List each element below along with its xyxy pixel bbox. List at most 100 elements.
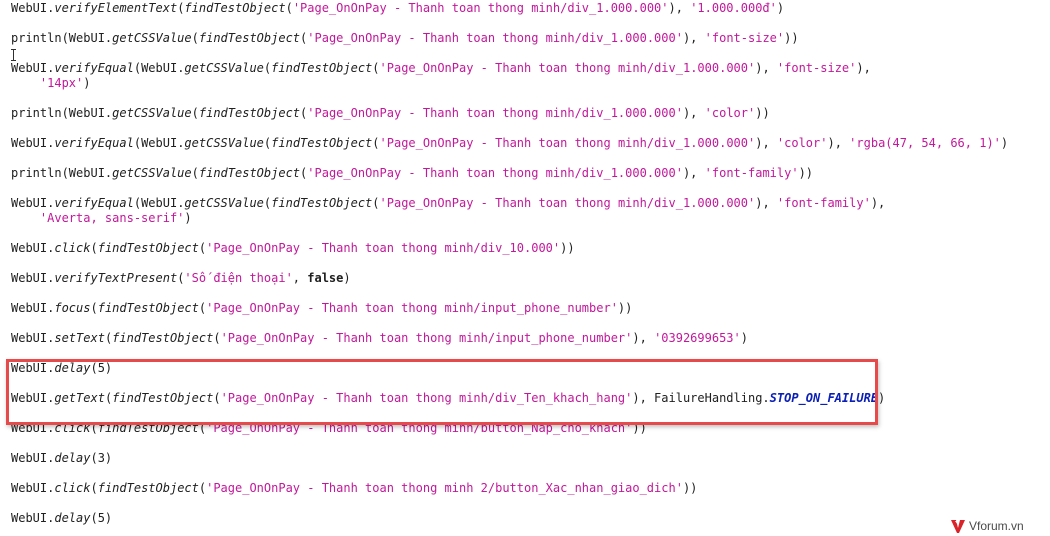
code-token: ) bbox=[83, 76, 91, 90]
code-token: ( bbox=[372, 61, 380, 75]
code-token: WebUI. bbox=[11, 196, 55, 210]
code-token: verifyEqual bbox=[54, 61, 134, 75]
code-token: ) bbox=[184, 211, 192, 225]
code-token: ( bbox=[213, 331, 221, 345]
code-token: WebUI. bbox=[11, 451, 55, 465]
code-token: getCSSValue bbox=[112, 166, 192, 180]
code-line[interactable]: 'Averta, sans-serif') bbox=[11, 211, 192, 226]
code-token: 'Averta, sans-serif' bbox=[39, 211, 185, 225]
code-token: findTestObject bbox=[97, 241, 199, 255]
code-line[interactable]: WebUI.verifyTextPresent('Số điện thoại',… bbox=[11, 271, 351, 286]
code-line[interactable]: WebUI.delay(3) bbox=[11, 451, 112, 466]
code-token: ( bbox=[90, 481, 98, 495]
code-token: 'font-family' bbox=[776, 196, 871, 210]
code-token: getCSSValue bbox=[184, 196, 264, 210]
code-token: (5) bbox=[90, 511, 113, 525]
code-token: (WebUI. bbox=[133, 136, 185, 150]
code-token: findTestObject bbox=[112, 331, 214, 345]
code-line[interactable]: WebUI.verifyEqual(WebUI.getCSSValue (find… bbox=[11, 196, 885, 211]
code-token: )) bbox=[617, 301, 633, 315]
code-token: click bbox=[54, 241, 91, 255]
code-token: findTestObject bbox=[271, 136, 373, 150]
code-token: getCSSValue bbox=[184, 136, 264, 150]
vforum-logo-icon bbox=[951, 520, 965, 533]
code-token: delay bbox=[54, 511, 91, 525]
code-token: ), bbox=[755, 61, 777, 75]
code-token: 'Page_OnOnPay - Thanh toan thong minh/di… bbox=[379, 61, 756, 75]
code-token: ), bbox=[870, 196, 886, 210]
code-token: findTestObject bbox=[97, 481, 199, 495]
code-token: findTestObject bbox=[184, 1, 286, 15]
code-token: 'Page_OnOnPay - Thanh toan thong minh/di… bbox=[379, 196, 756, 210]
code-token: 'Page_OnOnPay - Thanh toan thong minh/di… bbox=[292, 1, 669, 15]
code-token: WebUI. bbox=[11, 481, 55, 495]
code-token: WebUI. bbox=[11, 331, 55, 345]
code-token: setText bbox=[54, 331, 105, 345]
code-token: click bbox=[54, 481, 91, 495]
code-token: ) bbox=[343, 271, 351, 285]
code-token: (WebUI. bbox=[133, 196, 185, 210]
code-token: println(WebUI. bbox=[11, 106, 113, 120]
code-editor[interactable]: WebUI.verifyElementText(findTestObject('… bbox=[0, 0, 1050, 536]
code-token: verifyElementText bbox=[54, 1, 178, 15]
code-token: ), bbox=[682, 106, 705, 120]
code-line[interactable]: '14px') bbox=[11, 76, 91, 91]
code-line[interactable]: WebUI.delay(5) bbox=[11, 511, 112, 526]
code-token: ), bbox=[856, 61, 871, 75]
code-token: '1.000.000đ' bbox=[690, 1, 777, 15]
code-token: 'font-family' bbox=[704, 166, 799, 180]
code-token: println(WebUI. bbox=[11, 166, 113, 180]
code-token: (WebUI. bbox=[133, 61, 185, 75]
code-token: WebUI. bbox=[11, 61, 55, 75]
code-token: false bbox=[307, 271, 344, 285]
code-line[interactable]: WebUI.verifyEqual(WebUI.getCSSValue (find… bbox=[11, 61, 871, 76]
code-token: 'Page_OnOnPay - Thanh toan thong minh/di… bbox=[307, 166, 683, 180]
code-token: 'rgba(47, 54, 66, 1)' bbox=[849, 136, 1001, 150]
code-token: 'Page_OnOnPay - Thanh toan thong minh 2/… bbox=[206, 481, 683, 495]
code-token: ), bbox=[682, 166, 705, 180]
code-line[interactable]: WebUI.click(findTestObject('Page_OnOnPay… bbox=[11, 241, 575, 256]
code-token: verifyEqual bbox=[54, 196, 134, 210]
code-token: verifyTextPresent bbox=[54, 271, 178, 285]
code-token: verifyEqual bbox=[54, 136, 134, 150]
code-token: , bbox=[292, 271, 308, 285]
code-line[interactable]: println(WebUI.getCSSValue(findTestObject… bbox=[11, 166, 813, 181]
code-token: ), bbox=[755, 136, 777, 150]
code-line[interactable]: WebUI.focus(findTestObject('Page_OnOnPay… bbox=[11, 301, 632, 316]
code-token: 'color' bbox=[776, 136, 828, 150]
code-token: 'font-size' bbox=[704, 31, 785, 45]
code-token: 'Page_OnOnPay - Thanh toan thong minh/di… bbox=[379, 136, 756, 150]
code-token: 'Số điện thoại' bbox=[184, 271, 293, 285]
code-line[interactable]: println(WebUI.getCSSValue(findTestObject… bbox=[11, 106, 770, 121]
code-token: ( bbox=[191, 166, 199, 180]
code-token: ( bbox=[285, 1, 293, 15]
code-line[interactable]: WebUI.setText(findTestObject('Page_OnOnP… bbox=[11, 331, 748, 346]
code-token: 'Page_OnOnPay - Thanh toan thong minh/di… bbox=[307, 106, 683, 120]
code-line[interactable]: println(WebUI.getCSSValue(findTestObject… bbox=[11, 31, 799, 46]
code-line[interactable]: WebUI.verifyEqual(WebUI.getCSSValue (find… bbox=[11, 136, 1008, 151]
code-token: 'Page_OnOnPay - Thanh toan thong minh/di… bbox=[206, 241, 561, 255]
code-token: ), bbox=[668, 1, 691, 15]
code-token: )) bbox=[682, 481, 698, 495]
code-token: 'color' bbox=[704, 106, 756, 120]
code-token: WebUI. bbox=[11, 511, 55, 525]
code-token: ), bbox=[755, 196, 777, 210]
code-token: ) bbox=[740, 331, 748, 345]
code-token: 'font-size' bbox=[776, 61, 857, 75]
code-token: 'Page_OnOnPay - Thanh toan thong minh/in… bbox=[220, 331, 633, 345]
code-token: getCSSValue bbox=[112, 106, 192, 120]
code-token: WebUI. bbox=[11, 241, 55, 255]
code-token: '14px' bbox=[39, 76, 84, 90]
code-token: 'Page_OnOnPay - Thanh toan thong minh/di… bbox=[307, 31, 683, 45]
code-token: )) bbox=[755, 106, 770, 120]
code-token: ), bbox=[827, 136, 850, 150]
code-line[interactable]: WebUI.verifyElementText(findTestObject('… bbox=[11, 1, 784, 16]
code-token: ), bbox=[632, 331, 655, 345]
code-token: 'Page_OnOnPay - Thanh toan thong minh/in… bbox=[206, 301, 618, 315]
code-token: println(WebUI. bbox=[11, 31, 113, 45]
code-line[interactable]: WebUI.click(findTestObject('Page_OnOnPay… bbox=[11, 481, 697, 496]
code-token: )) bbox=[798, 166, 814, 180]
code-token: findTestObject bbox=[97, 301, 199, 315]
code-token: findTestObject bbox=[198, 31, 301, 45]
